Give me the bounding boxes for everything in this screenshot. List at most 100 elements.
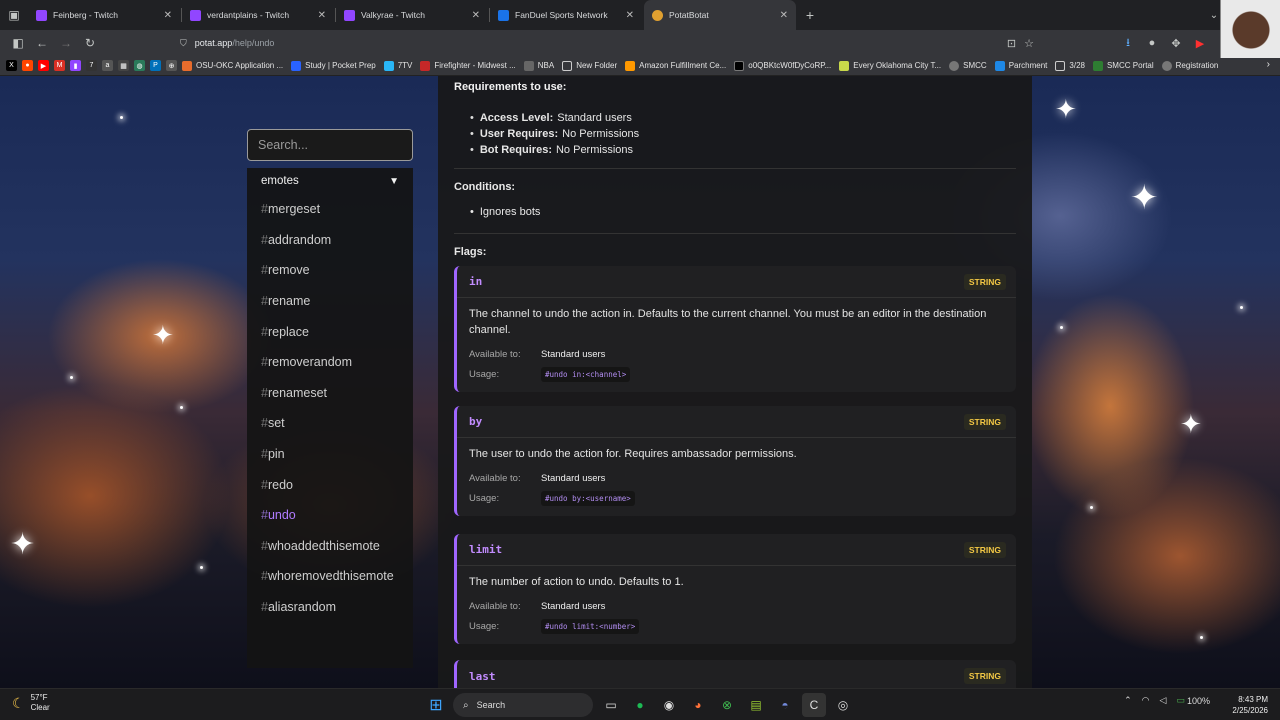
- download-icon[interactable]: ⭳: [1116, 34, 1140, 53]
- bookmark-nba[interactable]: NBA: [523, 60, 554, 71]
- spotify-icon[interactable]: ●: [628, 693, 652, 717]
- command-item-replace[interactable]: # replace: [247, 316, 413, 347]
- site-info-icon[interactable]: ⛉: [180, 38, 187, 49]
- command-item-redo[interactable]: # redo: [247, 469, 413, 500]
- new-tab-button[interactable]: +: [798, 0, 822, 30]
- discord-icon[interactable]: ◓: [773, 693, 797, 717]
- chrome-icon[interactable]: C: [802, 693, 826, 717]
- available-label: Available to:: [469, 348, 521, 360]
- close-icon[interactable]: ✕: [164, 10, 172, 21]
- browser-toolbar: ◧ ← → ↻ ⛉ potat.app /help/undo ⊡ ☆ ⭳ ● ✥…: [0, 30, 1280, 56]
- bookmark-7tv[interactable]: 7TV: [383, 60, 412, 71]
- obs-icon[interactable]: ◎: [831, 693, 855, 717]
- flag-usage-row: Usage: #undo in:<channel>: [457, 364, 1016, 384]
- bookmarks-more-icon[interactable]: ›: [1267, 59, 1270, 70]
- clock[interactable]: 8:43 PM 2/25/2026: [1232, 694, 1268, 716]
- bookmark-registration[interactable]: Registration: [1161, 60, 1218, 71]
- command-item-renameset[interactable]: # renameset: [247, 378, 413, 409]
- tab-2[interactable]: verdantplains - Twitch ✕: [182, 0, 336, 30]
- bookmark-pocket-prep[interactable]: Study | Pocket Prep: [291, 60, 376, 71]
- bookmark-osu[interactable]: OSU-OKC Application ...: [182, 60, 283, 71]
- close-icon[interactable]: ✕: [626, 10, 634, 21]
- firefox-icon[interactable]: ◕: [686, 693, 710, 717]
- twitch-icon[interactable]: ▮: [70, 60, 81, 71]
- command-item-removerandom[interactable]: # removerandom: [247, 347, 413, 378]
- gmail-icon[interactable]: M: [54, 60, 65, 71]
- bookmark-smcc[interactable]: SMCC: [949, 60, 987, 71]
- x-icon[interactable]: X: [6, 60, 17, 71]
- youtube-ext-icon[interactable]: ▶: [1188, 37, 1212, 50]
- tab-5-active[interactable]: PotatBotat ✕: [644, 0, 796, 30]
- bookmark-parchment[interactable]: Parchment: [994, 60, 1047, 71]
- bookmark-amazon[interactable]: Amazon Fulfillment Ce...: [625, 60, 726, 71]
- command-item-rename[interactable]: # rename: [247, 286, 413, 317]
- grid-icon[interactable]: ▦: [118, 60, 129, 71]
- condition-item: Ignores bots: [470, 206, 541, 218]
- windows-start-icon[interactable]: ⊞: [424, 693, 448, 717]
- bookmark-star-icon[interactable]: ☆: [1024, 37, 1034, 50]
- bookmark-new-folder[interactable]: New Folder: [562, 60, 617, 71]
- world-icon[interactable]: ◍: [134, 60, 145, 71]
- steam-icon[interactable]: ◉: [657, 693, 681, 717]
- gamepass-icon[interactable]: ▤: [744, 693, 768, 717]
- close-icon[interactable]: ✕: [318, 10, 326, 21]
- file-explorer-icon[interactable]: ▭: [599, 693, 623, 717]
- close-icon[interactable]: ✕: [780, 10, 788, 21]
- command-item-remove[interactable]: # remove: [247, 255, 413, 286]
- extension-icon[interactable]: ●: [1140, 37, 1164, 49]
- tab-search-icon[interactable]: ▣: [0, 0, 28, 30]
- command-item-pin[interactable]: # pin: [247, 439, 413, 470]
- command-item-addrandom[interactable]: # addrandom: [247, 225, 413, 256]
- hash-symbol: #: [261, 416, 268, 431]
- sidebar-icon[interactable]: ◧: [6, 32, 30, 54]
- clock-date: 2/25/2026: [1232, 706, 1268, 715]
- flag-card-in: in STRING The channel to undo the action…: [454, 266, 1016, 392]
- youtube-icon[interactable]: ▶: [38, 60, 49, 71]
- conditions-list: Ignores bots: [470, 206, 541, 218]
- install-app-icon[interactable]: ⊡: [1007, 37, 1016, 50]
- search-field[interactable]: [247, 129, 413, 161]
- star-decoration: [120, 116, 123, 119]
- command-item-mergeset[interactable]: # mergeset: [247, 194, 413, 225]
- usage-code[interactable]: #undo in:<channel>: [541, 366, 631, 382]
- command-item-aliasrandom[interactable]: # aliasrandom: [247, 592, 413, 623]
- forward-button[interactable]: →: [54, 32, 78, 54]
- flag-available-row: Available to: Standard users: [457, 344, 1016, 364]
- hash-symbol: #: [261, 508, 268, 523]
- bookmark-firefighter[interactable]: Firefighter - Midwest ...: [420, 60, 516, 71]
- category-dropdown[interactable]: emotes ▼: [247, 168, 413, 194]
- usage-code[interactable]: #undo by:<username>: [541, 490, 635, 506]
- puzzle-icon[interactable]: ✥: [1164, 37, 1188, 50]
- tab-3[interactable]: Valkyrae - Twitch ✕: [336, 0, 490, 30]
- bookmark-okc[interactable]: Every Oklahoma City T...: [839, 60, 941, 71]
- back-button[interactable]: ←: [30, 32, 54, 54]
- app-icon[interactable]: a: [102, 60, 113, 71]
- xbox-icon[interactable]: ⊗: [715, 693, 739, 717]
- command-sidebar: emotes ▼ #mergeset #addrandom #remove #r…: [247, 126, 413, 688]
- tab-1[interactable]: Feinberg - Twitch ✕: [28, 0, 182, 30]
- command-item-whoaddedthisemote[interactable]: # whoaddedthisemote: [247, 531, 413, 562]
- bookmark-folder-3-28[interactable]: 3/28: [1055, 60, 1085, 71]
- weather-widget[interactable]: ☾ 57°F Clear: [12, 693, 50, 713]
- reload-button[interactable]: ↻: [78, 32, 102, 54]
- chevron-up-icon[interactable]: ⌃: [1124, 695, 1132, 706]
- usage-code[interactable]: #undo limit:<number>: [541, 618, 640, 634]
- search-input[interactable]: [258, 138, 402, 152]
- battery-icon[interactable]: ▭: [1176, 695, 1185, 706]
- close-icon[interactable]: ✕: [472, 10, 480, 21]
- bookmark-smcc-portal[interactable]: SMCC Portal: [1092, 60, 1154, 71]
- wifi-icon[interactable]: ◠: [1142, 695, 1150, 706]
- bookmark-x-link[interactable]: o0QBKtcW0fDyCoRP...: [734, 60, 831, 71]
- reddit-icon[interactable]: ●: [22, 60, 33, 71]
- tab-4[interactable]: FanDuel Sports Network ✕: [490, 0, 642, 30]
- taskbar-search[interactable]: ⌕ Search: [453, 693, 593, 717]
- address-bar[interactable]: ⛉ potat.app /help/undo ⊡ ☆: [172, 32, 1042, 54]
- 7tv-icon[interactable]: 7: [86, 60, 97, 71]
- volume-icon[interactable]: ◁: [1160, 695, 1167, 706]
- globe-icon[interactable]: ⊕: [166, 60, 177, 71]
- webcam-overlay: [1220, 0, 1280, 58]
- command-item-set[interactable]: # set: [247, 408, 413, 439]
- paypal-icon[interactable]: P: [150, 60, 161, 71]
- command-item-undo[interactable]: # undo: [247, 500, 413, 531]
- command-item-whoremovedthisemote[interactable]: # whoremovedthisemote: [247, 561, 413, 592]
